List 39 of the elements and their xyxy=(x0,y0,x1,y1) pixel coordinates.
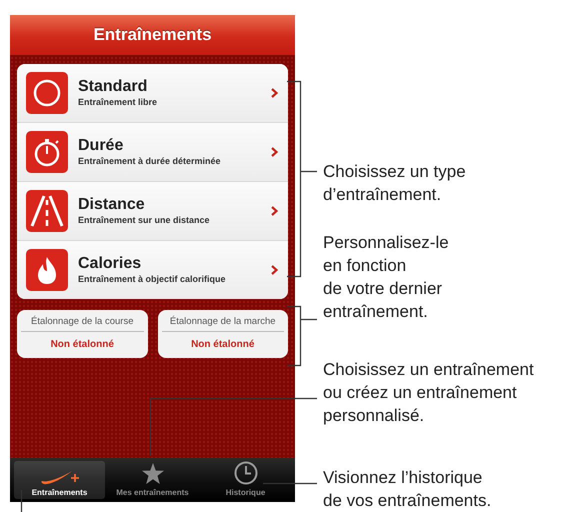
workout-row[interactable]: Standard Entraînement libre xyxy=(17,64,288,123)
workout-title: Durée xyxy=(78,137,124,155)
tab-item[interactable]: Historique xyxy=(200,461,291,499)
swoosh-plus-icon xyxy=(40,470,80,485)
tab-item[interactable]: Entraînements xyxy=(14,461,105,499)
workout-row[interactable]: Distance Entraînement sur une distance xyxy=(17,182,288,241)
workout-title: Distance xyxy=(78,196,146,214)
nav-title: Entraînements xyxy=(93,25,212,45)
stopwatch-icon xyxy=(26,131,68,173)
leader-line xyxy=(263,482,317,484)
calibration-label: Étalonnage de la marche xyxy=(162,314,284,332)
workout-title: Calories xyxy=(78,255,142,273)
workout-row[interactable]: Durée Entraînement à durée déterminée xyxy=(17,123,288,182)
star-icon xyxy=(140,462,164,485)
calibration-button[interactable]: Étalonnage de la marche Non étalonné xyxy=(158,310,288,358)
leader-line xyxy=(20,490,22,512)
callout-text: Visionnez l’historique de vos entraînements. xyxy=(323,467,492,512)
chevron-icon xyxy=(271,88,278,98)
calibration-status: Non étalonné xyxy=(50,339,114,350)
workout-subtitle: Entraînement libre xyxy=(78,96,158,108)
calibration-label: Étalonnage de la course xyxy=(21,314,144,332)
callout-text: Choisissez un type d’entraînement. xyxy=(323,161,466,206)
workout-subtitle: Entraînement à objectif calorifique xyxy=(78,273,227,285)
bracket-line xyxy=(286,306,318,366)
callout-text: Personnalisez-le en fonction de votre dernier entraînement. xyxy=(323,232,449,323)
callout-text: Choisissez un entraînement ou créez un entraînement personnalisé. xyxy=(323,359,534,427)
road-icon xyxy=(26,190,68,232)
workout-subtitle: Entraînement à durée déterminée xyxy=(78,155,222,167)
chevron-icon xyxy=(271,147,278,157)
flame-icon xyxy=(26,249,68,291)
chevron-icon xyxy=(271,206,278,216)
calibration-status: Non étalonné xyxy=(191,339,254,350)
tab-item[interactable]: Mes entraînements xyxy=(107,461,198,499)
clock-icon xyxy=(234,461,258,485)
workout-title: Standard xyxy=(78,78,148,96)
workout-subtitle: Entraînement sur une distance xyxy=(78,214,211,226)
calibration-button[interactable]: Étalonnage de la course Non étalonné xyxy=(17,310,148,358)
workout-row[interactable]: Calories Entraînement à objectif calorifique xyxy=(17,241,288,299)
chevron-icon xyxy=(271,265,278,275)
